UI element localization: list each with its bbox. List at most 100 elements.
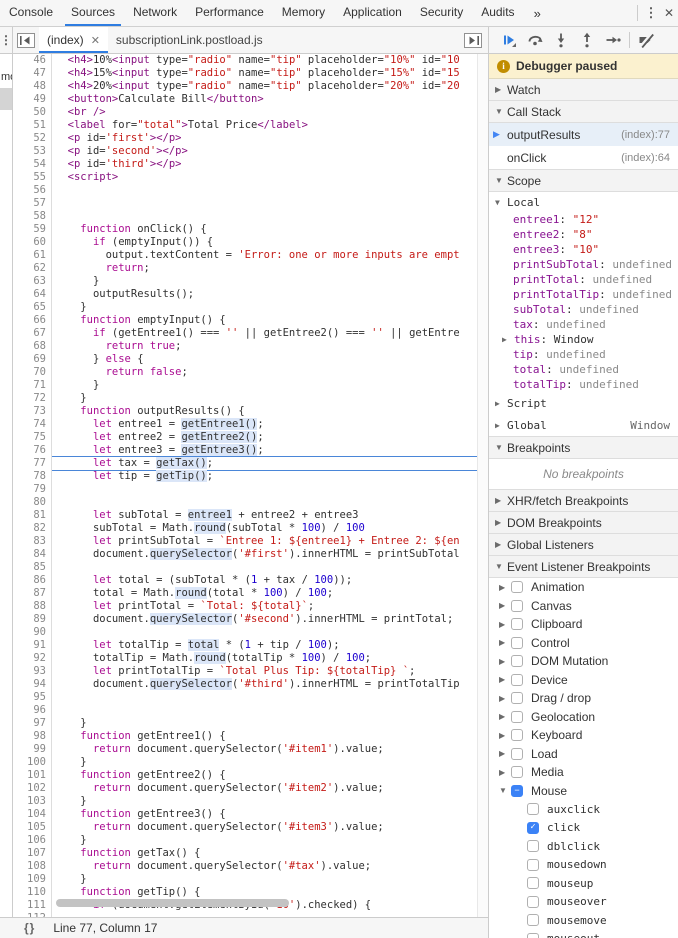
code-text[interactable]: total = Math.round(total * 100) / 100;: [52, 587, 478, 600]
code-text[interactable]: let tip = getTip();: [52, 470, 478, 483]
line-number[interactable]: 94: [13, 678, 52, 691]
main-tab-console[interactable]: Console: [0, 0, 62, 26]
call-stack-frame[interactable]: ▶outputResults(index):77: [489, 123, 678, 146]
category-checkbox[interactable]: [511, 674, 523, 686]
code-text[interactable]: let total = (subTotal * (1 + tax / 100))…: [52, 574, 478, 587]
event-category-dom-mutation[interactable]: ▶DOM Mutation: [489, 652, 678, 671]
scope-local-row[interactable]: ▼ Local: [489, 192, 678, 212]
line-number[interactable]: 87: [13, 587, 52, 600]
line-number[interactable]: 58: [13, 210, 52, 223]
line-number[interactable]: 65: [13, 301, 52, 314]
event-auxclick[interactable]: auxclick: [489, 800, 678, 819]
line-number[interactable]: 91: [13, 639, 52, 652]
code-text[interactable]: <br />: [52, 106, 478, 119]
event-checkbox[interactable]: [527, 803, 539, 815]
line-number[interactable]: 85: [13, 561, 52, 574]
code-text[interactable]: function outputResults() {: [52, 405, 478, 418]
category-checkbox[interactable]: [511, 637, 523, 649]
section-watch[interactable]: ▶ Watch: [489, 79, 678, 101]
expand-triangle-icon[interactable]: ▶: [499, 638, 511, 647]
collapse-triangle-icon[interactable]: ▶: [495, 421, 507, 430]
line-number[interactable]: 59: [13, 223, 52, 236]
code-text[interactable]: let printTotalTip = `Total Plus Tip: ${t…: [52, 665, 478, 678]
expand-triangle-icon[interactable]: ▶: [499, 675, 511, 684]
event-click[interactable]: ✓click: [489, 819, 678, 838]
section-scope[interactable]: ▼ Scope: [489, 170, 678, 192]
tabs-forward-icon[interactable]: [464, 33, 482, 48]
code-text[interactable]: }: [52, 756, 478, 769]
event-checkbox[interactable]: ✓: [527, 822, 539, 834]
line-number[interactable]: 106: [13, 834, 52, 847]
section-dom-breakpoints[interactable]: ▶ DOM Breakpoints: [489, 512, 678, 534]
line-number[interactable]: 108: [13, 860, 52, 873]
file-tab[interactable]: subscriptionLink.postload.js: [108, 27, 271, 53]
line-number[interactable]: 63: [13, 275, 52, 288]
category-checkbox[interactable]: [511, 711, 523, 723]
event-category-control[interactable]: ▶Control: [489, 634, 678, 653]
line-number[interactable]: 107: [13, 847, 52, 860]
code-text[interactable]: if (getEntree1() === '' || getEntree2() …: [52, 327, 478, 340]
step-into-icon[interactable]: [548, 29, 574, 51]
main-tab-application[interactable]: Application: [334, 0, 411, 26]
line-number[interactable]: 50: [13, 106, 52, 119]
code-text[interactable]: <h4>15%<input type="radio" name="tip" pl…: [52, 67, 478, 80]
deactivate-breakpoints-icon[interactable]: [633, 29, 659, 51]
collapse-triangle-icon[interactable]: ▶: [495, 85, 507, 94]
code-text[interactable]: let printSubTotal = `Entree 1: ${entree1…: [52, 535, 478, 548]
line-number[interactable]: 111: [13, 899, 52, 912]
resume-script-icon[interactable]: [496, 29, 522, 51]
code-text[interactable]: <p id='second'></p>: [52, 145, 478, 158]
code-text[interactable]: return document.querySelector('#item1').…: [52, 743, 478, 756]
scope-var-this[interactable]: ▶this: Window: [489, 332, 678, 347]
category-checkbox[interactable]: [511, 748, 523, 760]
code-text[interactable]: <label for="total">Total Price</label>: [52, 119, 478, 132]
code-text[interactable]: <p id='third'></p>: [52, 158, 478, 171]
line-number[interactable]: 92: [13, 652, 52, 665]
code-text[interactable]: outputResults();: [52, 288, 478, 301]
line-number[interactable]: 76: [13, 444, 52, 457]
category-checkbox[interactable]: −: [511, 785, 523, 797]
line-number[interactable]: 68: [13, 340, 52, 353]
line-number[interactable]: 64: [13, 288, 52, 301]
category-checkbox[interactable]: [511, 692, 523, 704]
code-text[interactable]: let entree1 = getEntree1();: [52, 418, 478, 431]
expand-triangle-icon[interactable]: ▶: [499, 712, 511, 721]
code-text[interactable]: }: [52, 795, 478, 808]
line-number[interactable]: 83: [13, 535, 52, 548]
line-number[interactable]: 56: [13, 184, 52, 197]
step-icon[interactable]: [600, 29, 626, 51]
expand-triangle-icon[interactable]: ▶: [499, 694, 511, 703]
collapse-triangle-icon[interactable]: ▼: [495, 176, 507, 185]
line-number[interactable]: 52: [13, 132, 52, 145]
code-text[interactable]: <button>Calculate Bill</button>: [52, 93, 478, 106]
event-dblclick[interactable]: dblclick: [489, 837, 678, 856]
code-text[interactable]: return document.querySelector('#tax').va…: [52, 860, 478, 873]
code-text[interactable]: [52, 184, 478, 197]
code-text[interactable]: }: [52, 873, 478, 886]
close-tab-icon[interactable]: ✕: [91, 34, 100, 47]
expand-triangle-icon[interactable]: ▶: [499, 657, 511, 666]
event-checkbox[interactable]: [527, 914, 539, 926]
event-category-keyboard[interactable]: ▶Keyboard: [489, 726, 678, 745]
code-text[interactable]: return false;: [52, 366, 478, 379]
pretty-print-icon[interactable]: {}: [24, 921, 35, 935]
code-text[interactable]: return true;: [52, 340, 478, 353]
code-text[interactable]: return;: [52, 262, 478, 275]
event-checkbox[interactable]: [527, 877, 539, 889]
section-xhr-breakpoints[interactable]: ▶ XHR/fetch Breakpoints: [489, 490, 678, 512]
expand-triangle-icon[interactable]: ▶: [499, 601, 511, 610]
close-devtools-icon[interactable]: ✕: [660, 6, 678, 20]
collapse-triangle-icon[interactable]: ▼: [495, 107, 507, 116]
event-category-mouse[interactable]: ▼−Mouse: [489, 782, 678, 801]
event-category-geolocation[interactable]: ▶Geolocation: [489, 708, 678, 727]
line-number[interactable]: 103: [13, 795, 52, 808]
code-text[interactable]: }: [52, 379, 478, 392]
event-category-animation[interactable]: ▶Animation: [489, 578, 678, 597]
line-number[interactable]: 100: [13, 756, 52, 769]
line-number[interactable]: 66: [13, 314, 52, 327]
code-text[interactable]: <script>: [52, 171, 478, 184]
line-number[interactable]: 98: [13, 730, 52, 743]
code-text[interactable]: function emptyInput() {: [52, 314, 478, 327]
code-text[interactable]: totalTip = Math.round(totalTip * 100) / …: [52, 652, 478, 665]
line-number[interactable]: 78: [13, 470, 52, 483]
